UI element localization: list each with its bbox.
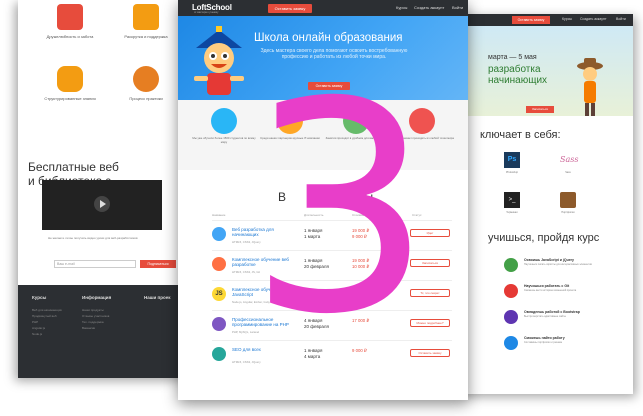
tech-item: Ps Photoshop (498, 152, 526, 174)
feature-label: Процесс практики (129, 96, 163, 101)
step-desc: Научишься писать скрипты для интерактивн… (524, 263, 592, 266)
enroll-button[interactable]: Записаться (526, 106, 554, 113)
nav-link-login[interactable]: Войти (616, 17, 626, 21)
apply-button[interactable]: Оставить заявку (268, 4, 312, 13)
js-icon: JS (212, 287, 226, 301)
tech-label: Терминал (506, 211, 518, 214)
advantage-card: Мы уже обучили более 1500 студентов по в… (192, 108, 256, 144)
footer-links: Наши продукты Отзывы участников Тех. под… (82, 307, 109, 331)
promo-collage: Дружелюбность и забота Раскрутка и подде… (0, 0, 643, 416)
play-icon[interactable] (94, 196, 110, 212)
learn-title: учишься, пройдя курс (488, 232, 600, 244)
footer-heading: Курсы (32, 295, 47, 300)
bootstrap-icon (504, 310, 518, 324)
footer-links: Веб для начинающих Продвинутый веб PHP A… (32, 307, 62, 337)
left-footer: Курсы Информация Наши проек Веб для начи… (18, 285, 188, 378)
chat-icon (133, 66, 159, 92)
career-icon (504, 336, 518, 350)
course-dates: марта — 5 мая (488, 54, 537, 61)
subscribe-text: Не желаете ли вы получать видео уроки дл… (48, 236, 138, 240)
tech-label: Портфолио (561, 211, 575, 214)
feature-label: Структурированные знания (44, 96, 96, 101)
tech-label: Sass (565, 171, 571, 174)
briefcase-icon (560, 192, 576, 208)
feature-card: Процесс практики (116, 66, 176, 101)
sass-icon: Sass (560, 155, 579, 164)
step-desc: Сможешь вести историю изменений проекта (524, 289, 577, 292)
right-page-preview: Оставить заявку Курсы Создать аккаунт Во… (458, 14, 633, 394)
big-number-overlay: 3 (248, 41, 433, 378)
video-player[interactable] (42, 180, 162, 230)
advantage-text: Мы уже обучили более 1500 студентов по в… (192, 136, 256, 144)
tech-label: Photoshop (506, 171, 518, 174)
column-header: Название (212, 213, 226, 217)
subscribe-button[interactable]: Подписаться (140, 260, 176, 268)
mascot-icon (194, 26, 244, 95)
nav-link-signup[interactable]: Создать аккаунт (580, 17, 607, 21)
right-navbar: Оставить заявку Курсы Создать аккаунт Во… (458, 14, 633, 26)
step-title: Сможешь найти работу (524, 336, 565, 340)
right-hero: марта — 5 мая разработка начинающих Запи… (458, 26, 633, 116)
cowboy-mascot-icon (577, 58, 603, 116)
students-icon (211, 108, 237, 134)
tech-item: >_ Терминал (498, 192, 526, 214)
tech-item: Портфолио (554, 192, 582, 214)
puzzle-icon (57, 66, 83, 92)
step-title: Научишься работать с Git (524, 284, 570, 288)
feature-label: Дружелюбность и забота (46, 34, 94, 39)
ps-icon: Ps (504, 152, 520, 168)
step-title: Овладеешь работой с Bootstrap (524, 310, 580, 314)
terminal-icon: >_ (504, 192, 520, 208)
seo-icon (212, 347, 226, 361)
course-icon (212, 227, 226, 241)
course-icon (212, 257, 226, 271)
step-desc: Быстро верстать адаптивные сайты (524, 315, 566, 318)
feature-card: Структурированные знания (40, 66, 100, 101)
feature-card: Дружелюбность и забота (40, 4, 100, 39)
sparkle-icon (133, 4, 159, 30)
apply-button[interactable]: Оставить заявку (512, 16, 550, 24)
js-icon (504, 258, 518, 272)
footer-heading: Информация (82, 295, 112, 300)
nav-link-courses[interactable]: Курсы (562, 17, 572, 21)
hero-title-line: разработка (488, 64, 541, 75)
tech-item: Sass Sass (554, 152, 582, 174)
left-page-preview: Дружелюбность и забота Раскрутка и подде… (18, 0, 188, 378)
feature-card: Раскрутка и поддержка (116, 4, 176, 39)
step-title: Освоишь JavaScript и jQuery (524, 258, 574, 262)
hero-title: разработка начинающих (488, 64, 547, 86)
footer-link[interactable]: Node.js (32, 331, 62, 337)
heart-icon (57, 4, 83, 30)
step-desc: Составишь портфолио и резюме (524, 341, 563, 344)
nav-link-signup[interactable]: Создать аккаунт (414, 5, 444, 10)
footer-heading: Наши проек (144, 295, 171, 300)
nav-link-courses[interactable]: Курсы (396, 5, 407, 10)
library-title-line: Бесплатные веб (28, 160, 119, 174)
git-icon (504, 284, 518, 298)
feature-label: Раскрутка и поддержка (124, 34, 168, 39)
hero-title-line: начинающих (488, 75, 548, 86)
nav-link-login[interactable]: Войти (452, 5, 463, 10)
logo-tagline: от мастера к ученику (194, 11, 219, 14)
php-icon (212, 317, 226, 331)
includes-title: ключает в себя: (480, 129, 561, 141)
footer-link[interactable]: Вакансии (82, 325, 109, 331)
center-navbar: LoftSchool от мастера к ученику Оставить… (178, 0, 468, 16)
email-field[interactable]: Ваш e-mail (54, 260, 136, 268)
